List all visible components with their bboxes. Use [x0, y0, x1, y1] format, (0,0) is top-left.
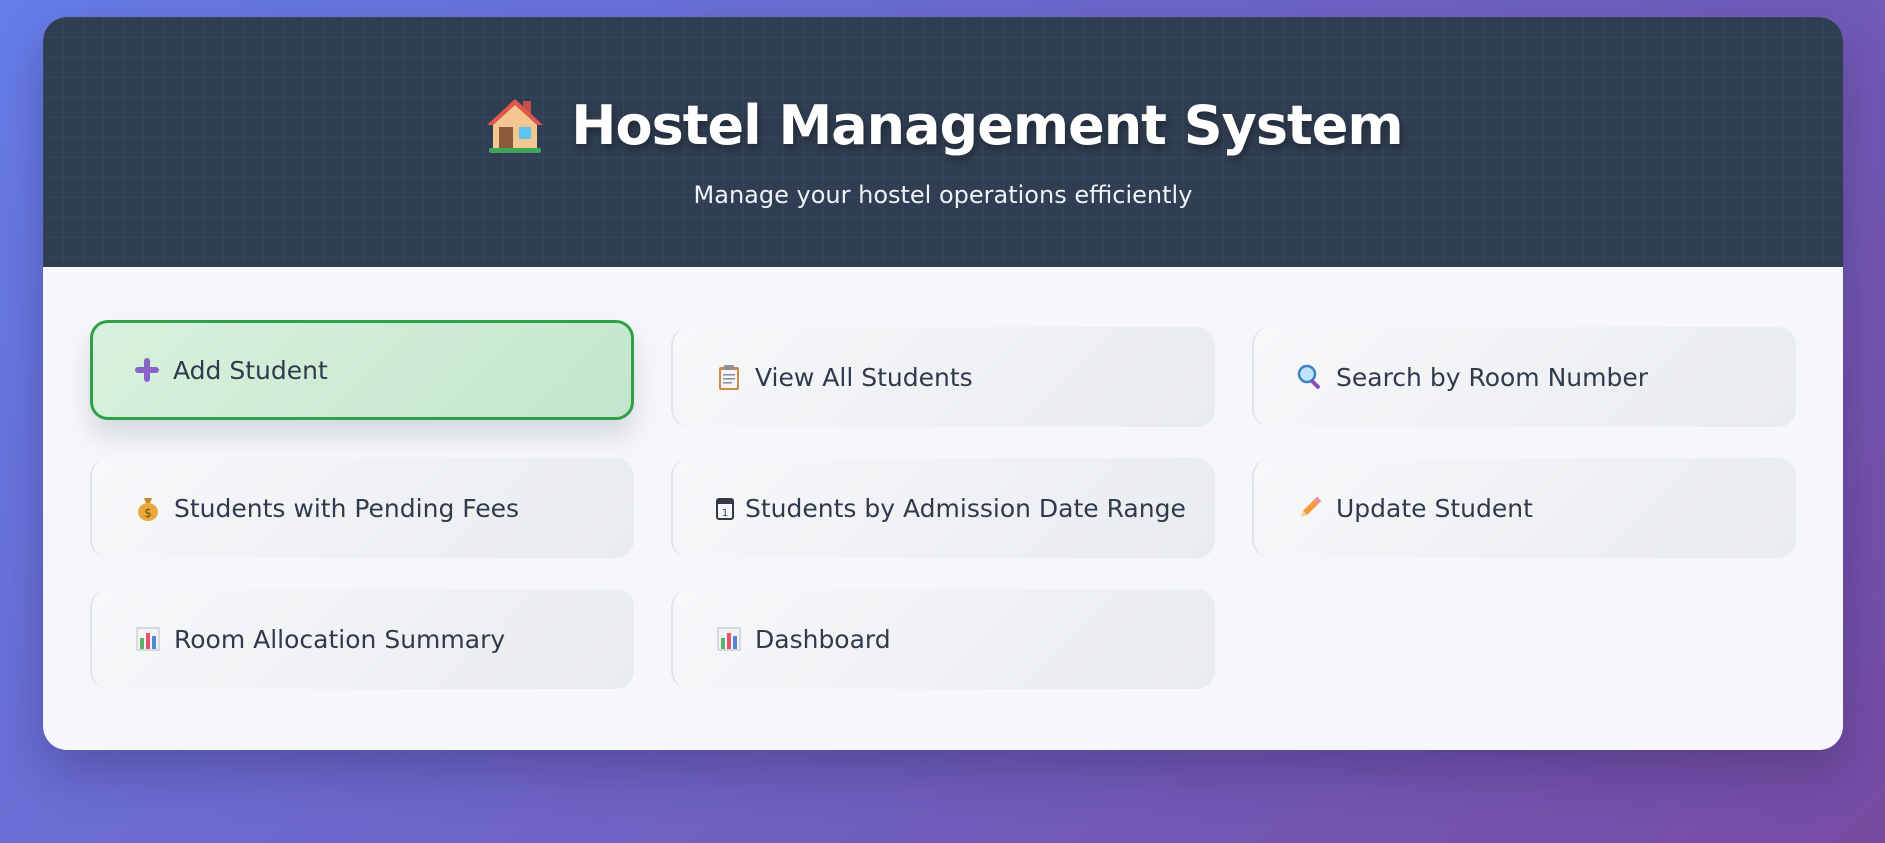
view-all-students-button[interactable]: View All Students [671, 327, 1215, 427]
room-allocation-summary-label: Room Allocation Summary [174, 624, 506, 654]
svg-text:1: 1 [722, 508, 728, 519]
header: Hostel Management System Manage your hos… [43, 17, 1843, 267]
house-icon [483, 93, 547, 157]
magnifier-icon [1296, 363, 1324, 391]
search-by-room-label: Search by Room Number [1336, 362, 1649, 392]
admission-date-range-button[interactable]: 1 Students by Admission Date Range [671, 458, 1215, 558]
pending-fees-label: Students with Pending Fees [174, 493, 520, 523]
page-subtitle: Manage your hostel operations efficientl… [693, 181, 1193, 209]
title-row: Hostel Management System [43, 89, 1843, 161]
update-student-button[interactable]: Update Student [1252, 458, 1796, 558]
pending-fees-button[interactable]: $ Students with Pending Fees [90, 458, 634, 558]
room-allocation-summary-button[interactable]: Room Allocation Summary [90, 589, 634, 689]
search-by-room-button[interactable]: Search by Room Number [1252, 327, 1796, 427]
bar-chart-icon [715, 625, 743, 653]
app-container: Hostel Management System Manage your hos… [43, 17, 1843, 750]
clipboard-icon [715, 363, 743, 391]
svg-text:$: $ [144, 506, 152, 520]
money-bag-icon: $ [134, 494, 162, 522]
add-student-button[interactable]: Add Student [90, 320, 634, 420]
pencil-icon [1296, 494, 1324, 522]
menu-grid: Add Student View All Students Search by … [90, 320, 1796, 689]
view-all-students-label: View All Students [755, 362, 973, 392]
dashboard-button[interactable]: Dashboard [671, 589, 1215, 689]
plus-icon [133, 356, 161, 384]
calendar-icon: 1 [715, 494, 735, 522]
admission-date-range-label: Students by Admission Date Range [745, 493, 1186, 523]
update-student-label: Update Student [1336, 493, 1533, 523]
dashboard-label: Dashboard [755, 624, 891, 654]
add-student-label: Add Student [173, 355, 328, 385]
bar-chart-icon [134, 625, 162, 653]
page-title: Hostel Management System [571, 93, 1403, 157]
